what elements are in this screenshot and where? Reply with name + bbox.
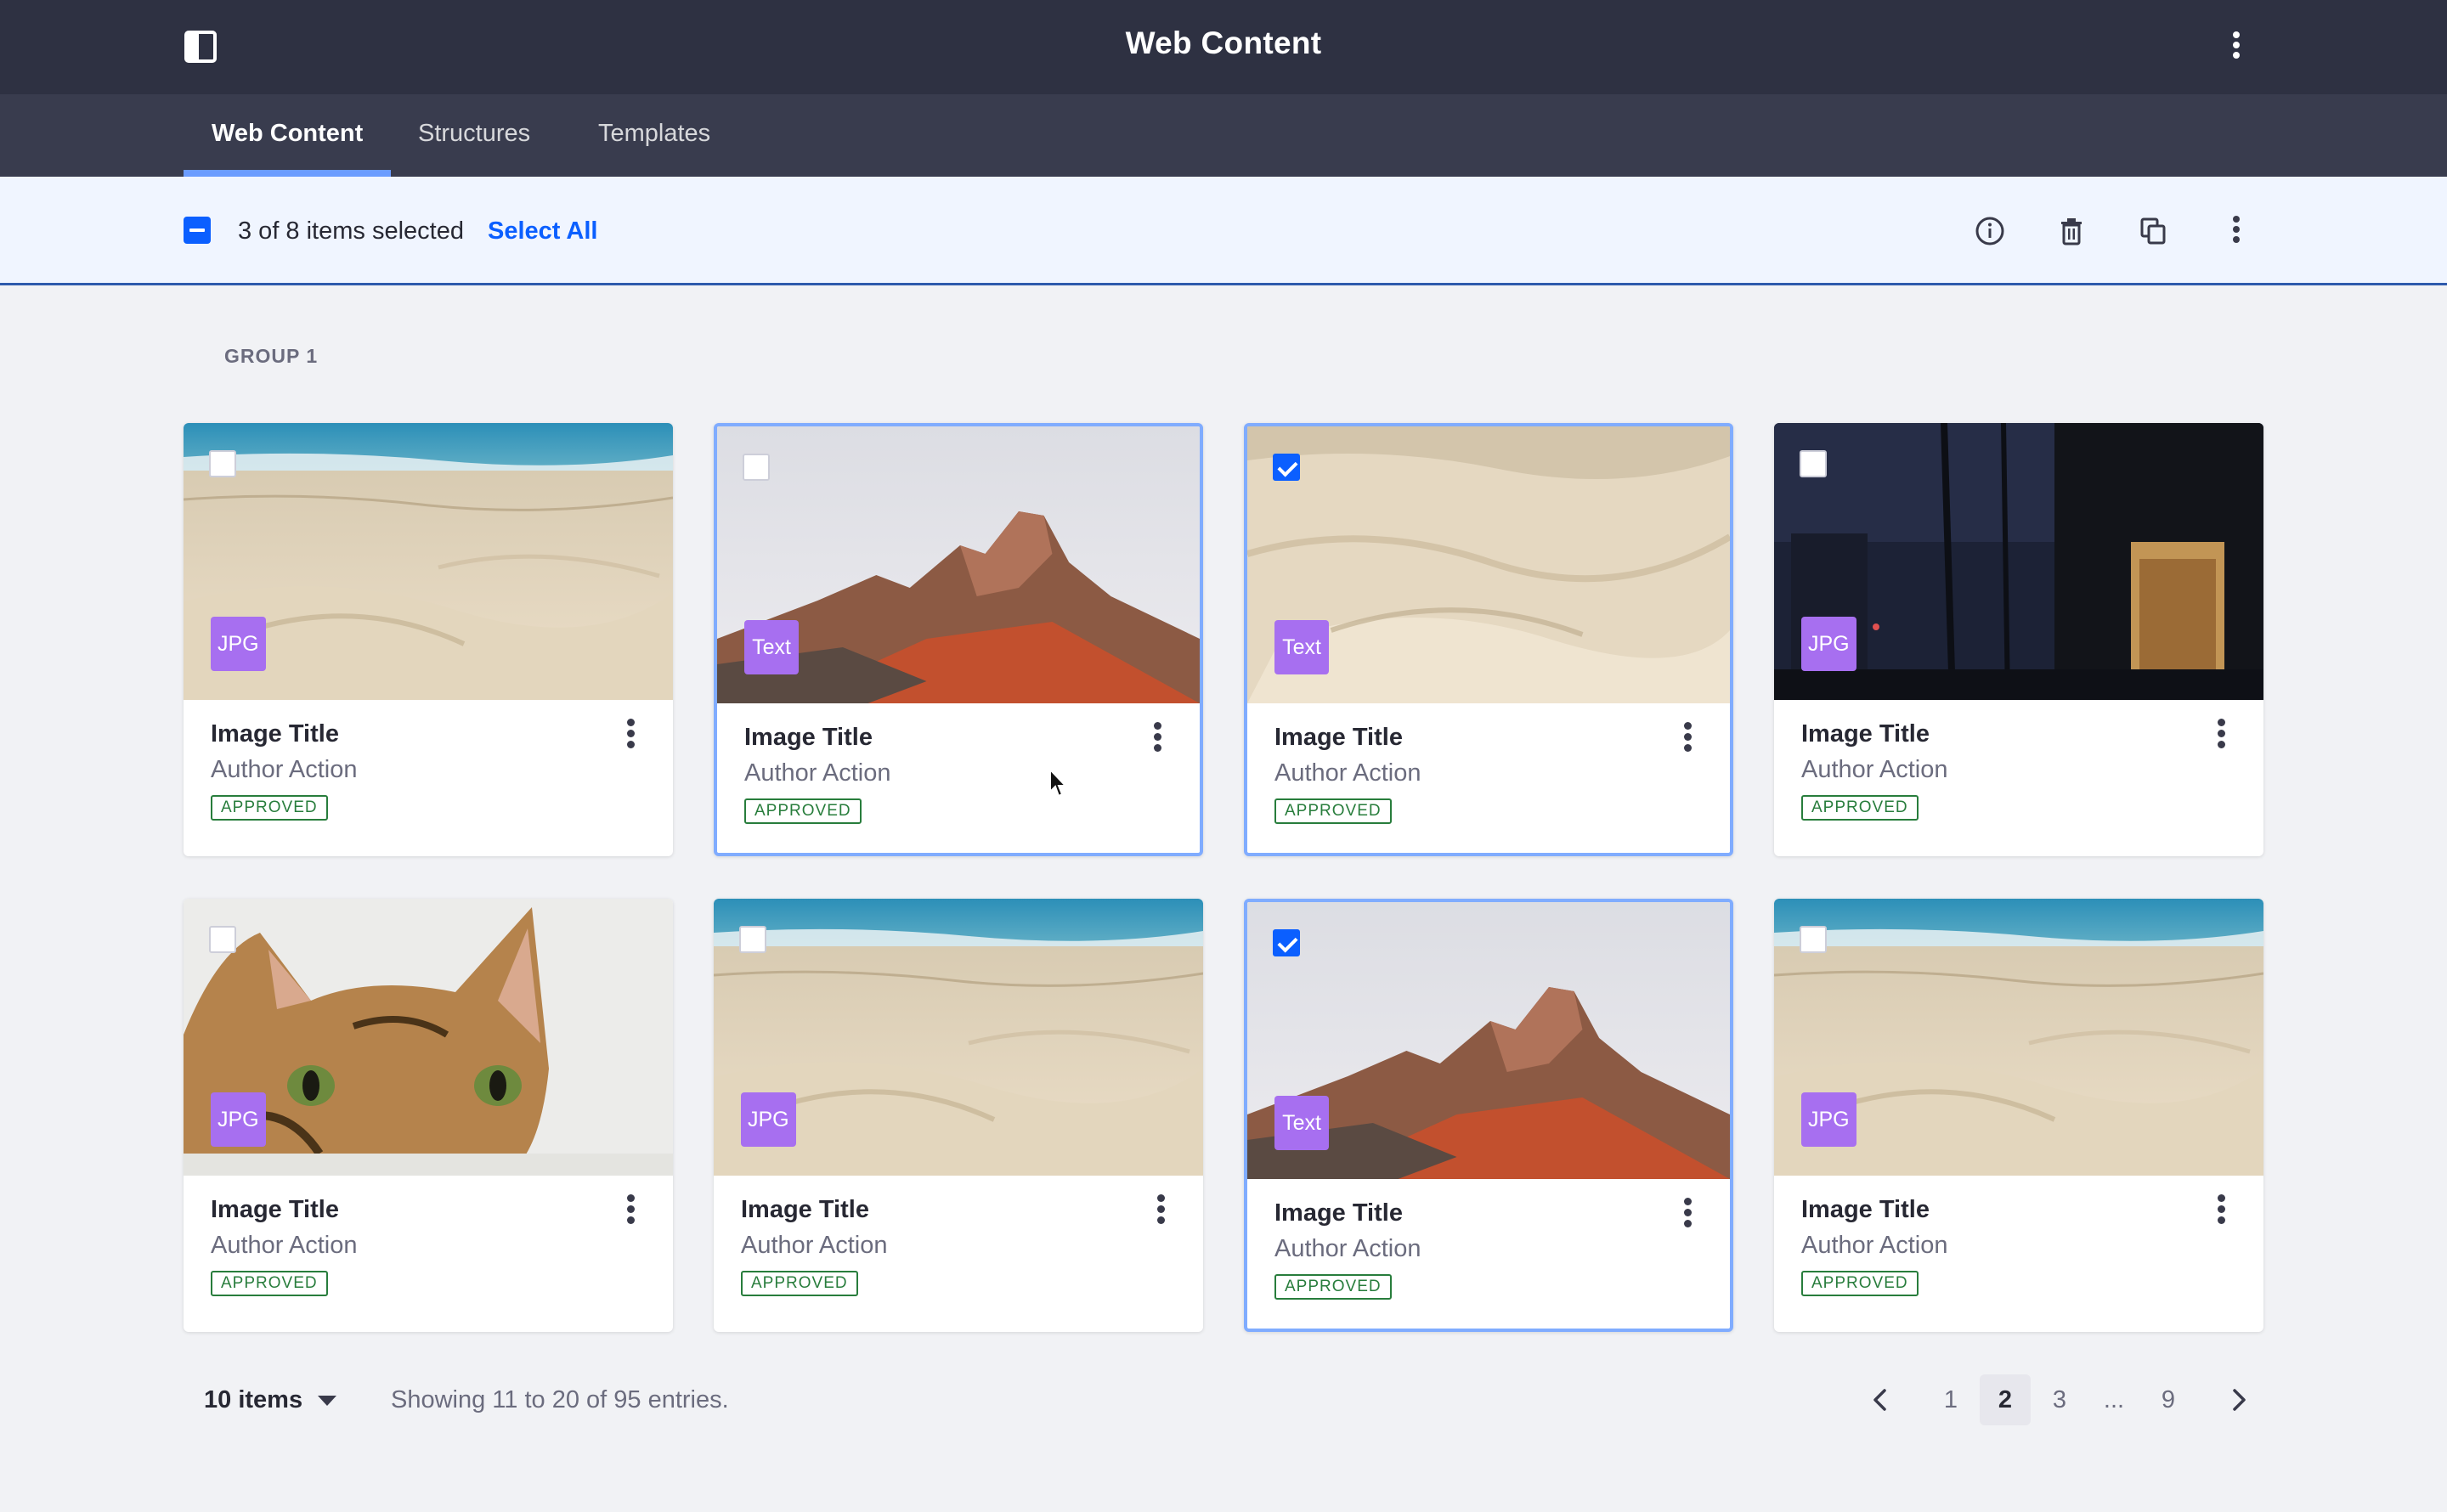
copy-icon[interactable] bbox=[2136, 214, 2170, 248]
card-subtitle: Author Action bbox=[1801, 756, 1948, 783]
status-badge: APPROVED bbox=[1274, 1274, 1392, 1300]
pagination-prev-button[interactable] bbox=[1856, 1374, 1907, 1425]
status-badge: APPROVED bbox=[211, 795, 328, 821]
tab-structures[interactable]: Structures bbox=[418, 120, 530, 148]
card-subtitle: Author Action bbox=[1274, 759, 1421, 787]
card-kebab-icon[interactable] bbox=[1145, 1191, 1176, 1230]
status-badge: APPROVED bbox=[211, 1271, 328, 1296]
file-type-badge: JPG bbox=[741, 1092, 796, 1147]
card-subtitle: Author Action bbox=[211, 756, 358, 783]
select-all-checkbox[interactable] bbox=[184, 217, 211, 244]
page-9[interactable]: 9 bbox=[2143, 1374, 2194, 1425]
card[interactable]: Text Image Title Author Action APPROVED bbox=[714, 423, 1203, 856]
card-title[interactable]: Image Title bbox=[1274, 724, 1403, 752]
card-kebab-icon[interactable] bbox=[2206, 1191, 2236, 1230]
card-checkbox[interactable] bbox=[1273, 929, 1300, 956]
items-per-page-dropdown[interactable]: 10 items bbox=[204, 1386, 337, 1414]
card-checkbox[interactable] bbox=[743, 454, 770, 481]
file-type-badge: JPG bbox=[1801, 617, 1856, 671]
file-type-badge: Text bbox=[744, 620, 799, 674]
card[interactable]: JPG Image Title Author Action APPROVED bbox=[1774, 423, 2263, 856]
card-title[interactable]: Image Title bbox=[1801, 1196, 1930, 1224]
trash-icon[interactable] bbox=[2054, 214, 2088, 248]
page-ellipsis[interactable]: ... bbox=[2088, 1374, 2139, 1425]
card-title[interactable]: Image Title bbox=[1274, 1199, 1403, 1227]
card-kebab-icon[interactable] bbox=[2206, 715, 2236, 754]
card[interactable]: JPG Image Title Author Action APPROVED bbox=[1774, 899, 2263, 1332]
card-title[interactable]: Image Title bbox=[1801, 720, 1930, 748]
card-kebab-icon[interactable] bbox=[615, 1191, 646, 1230]
pagination-results: Showing 11 to 20 of 95 entries. bbox=[391, 1386, 729, 1413]
mouse-cursor-icon bbox=[1049, 768, 1068, 798]
page-3[interactable]: 3 bbox=[2034, 1374, 2085, 1425]
card-title[interactable]: Image Title bbox=[211, 1196, 339, 1224]
card-subtitle: Author Action bbox=[1274, 1235, 1421, 1262]
card-title[interactable]: Image Title bbox=[211, 720, 339, 748]
info-icon[interactable] bbox=[1973, 214, 2007, 248]
select-all-link[interactable]: Select All bbox=[488, 217, 597, 245]
card-title[interactable]: Image Title bbox=[744, 724, 873, 752]
card-kebab-icon[interactable] bbox=[1672, 719, 1703, 758]
card-checkbox[interactable] bbox=[1800, 926, 1827, 953]
card-kebab-icon[interactable] bbox=[615, 715, 646, 754]
toolbar-kebab-icon[interactable] bbox=[2219, 212, 2253, 251]
card-subtitle: Author Action bbox=[741, 1232, 888, 1259]
card-checkbox[interactable] bbox=[739, 926, 766, 953]
card[interactable]: Text Image Title Author Action APPROVED bbox=[1244, 899, 1733, 1332]
tab-web-content[interactable]: Web Content bbox=[212, 120, 363, 148]
card-checkbox[interactable] bbox=[1273, 454, 1300, 481]
card[interactable]: JPG Image Title Author Action APPROVED bbox=[184, 899, 673, 1332]
card-subtitle: Author Action bbox=[211, 1232, 358, 1259]
card[interactable]: JPG Image Title Author Action APPROVED bbox=[184, 423, 673, 856]
file-type-badge: JPG bbox=[1801, 1092, 1856, 1147]
caret-down-icon bbox=[318, 1396, 337, 1407]
status-badge: APPROVED bbox=[1801, 1271, 1919, 1296]
card-subtitle: Author Action bbox=[744, 759, 891, 787]
card[interactable]: JPG Image Title Author Action APPROVED bbox=[714, 899, 1203, 1332]
file-type-badge: JPG bbox=[211, 1092, 266, 1147]
selection-count: 3 of 8 items selected bbox=[238, 217, 464, 245]
card-kebab-icon[interactable] bbox=[1142, 719, 1173, 758]
card[interactable]: Text Image Title Author Action APPROVED bbox=[1244, 423, 1733, 856]
items-per-page-label: 10 items bbox=[204, 1386, 303, 1413]
card-title[interactable]: Image Title bbox=[741, 1196, 869, 1224]
card-kebab-icon[interactable] bbox=[1672, 1194, 1703, 1233]
status-badge: APPROVED bbox=[1274, 798, 1392, 824]
tab-templates[interactable]: Templates bbox=[598, 120, 710, 148]
status-badge: APPROVED bbox=[741, 1271, 858, 1296]
pagination-next-button[interactable] bbox=[2212, 1374, 2263, 1425]
file-type-badge: JPG bbox=[211, 617, 266, 671]
page-title: Web Content bbox=[1125, 25, 1322, 60]
navigation-tabs: Web Content Structures Templates bbox=[0, 94, 2447, 177]
app-options-kebab-icon[interactable] bbox=[2219, 28, 2253, 67]
card-checkbox[interactable] bbox=[209, 926, 236, 953]
status-badge: APPROVED bbox=[744, 798, 862, 824]
card-subtitle: Author Action bbox=[1801, 1232, 1948, 1259]
management-toolbar: 3 of 8 items selected Select All bbox=[0, 177, 2447, 285]
file-type-badge: Text bbox=[1274, 620, 1329, 674]
card-checkbox[interactable] bbox=[209, 450, 236, 477]
app-header: Web Content bbox=[0, 0, 2447, 94]
group-label: GROUP 1 bbox=[224, 345, 319, 367]
file-type-badge: Text bbox=[1274, 1096, 1329, 1150]
active-tab-indicator bbox=[184, 170, 391, 177]
page-1[interactable]: 1 bbox=[1925, 1374, 1976, 1425]
card-checkbox[interactable] bbox=[1800, 450, 1827, 477]
status-badge: APPROVED bbox=[1801, 795, 1919, 821]
page-2[interactable]: 2 bbox=[1980, 1374, 2031, 1425]
